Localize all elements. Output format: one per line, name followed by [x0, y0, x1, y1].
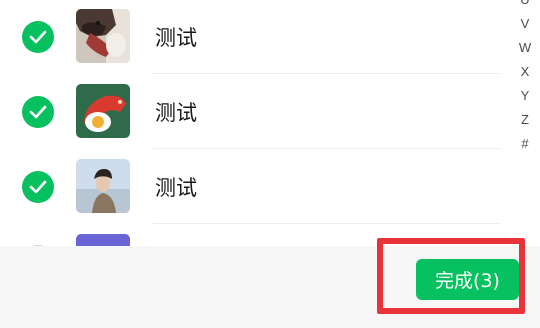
checked-icon[interactable]	[22, 21, 54, 53]
checked-icon[interactable]	[22, 171, 54, 203]
alphabet-index[interactable]: U V W X Y Z #	[515, 0, 535, 156]
egg-illustration-avatar	[76, 84, 130, 138]
index-letter[interactable]: X	[521, 60, 530, 84]
index-letter[interactable]: #	[521, 132, 528, 156]
index-letter[interactable]: Y	[521, 84, 530, 108]
checked-icon[interactable]	[22, 96, 54, 128]
contact-name: 测试	[155, 26, 197, 50]
contact-row[interactable]: 测试	[0, 75, 500, 149]
purple-avatar	[76, 234, 130, 246]
index-letter[interactable]: Z	[521, 108, 529, 132]
contact-name: 测试	[155, 101, 197, 125]
dog-photo-avatar	[76, 9, 130, 63]
index-letter[interactable]: W	[519, 36, 531, 60]
index-letter[interactable]: V	[521, 12, 530, 36]
divider	[153, 223, 500, 224]
highlight-box	[377, 238, 525, 314]
divider	[153, 148, 500, 149]
divider	[153, 73, 500, 74]
contact-name: 测试	[155, 176, 197, 200]
contact-row[interactable]: 测试	[0, 0, 500, 74]
contact-row[interactable]: 测试	[0, 150, 500, 224]
person-beach-avatar	[76, 159, 130, 213]
contact-list: 测试 测试 测试 V W X Y Z #	[0, 0, 540, 246]
index-letter[interactable]: U	[520, 0, 529, 12]
